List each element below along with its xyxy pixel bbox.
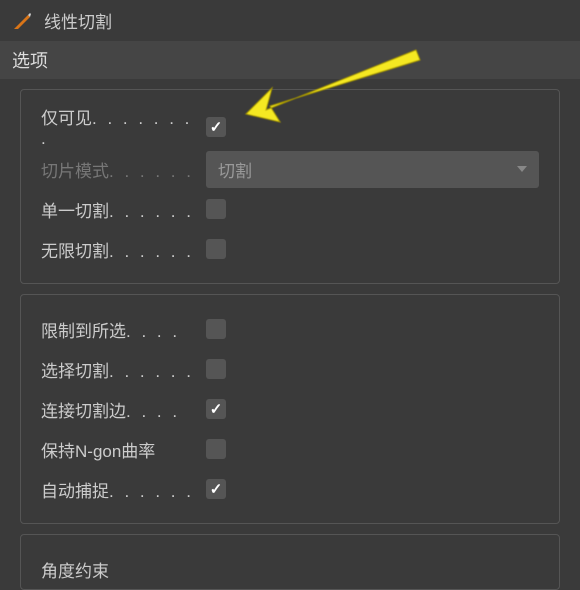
- tool-title: 线性切割: [44, 8, 112, 33]
- option-preserve-ngon: 保持N-gon曲率: [41, 429, 539, 469]
- preserve-ngon-checkbox[interactable]: [206, 439, 226, 459]
- option-restrict-selection: 限制到所选. . . .: [41, 309, 539, 349]
- option-label: 保持N-gon曲率: [41, 437, 206, 462]
- option-auto-snap: 自动捕捉. . . . . .: [41, 469, 539, 509]
- auto-snap-checkbox[interactable]: [206, 479, 226, 499]
- chevron-down-icon: [517, 166, 527, 172]
- options-section-header: 选项: [0, 41, 580, 79]
- option-label: 单一切割. . . . . .: [41, 197, 206, 222]
- option-label: 自动捕捉. . . . . .: [41, 477, 206, 502]
- options-panel-1: 仅可见. . . . . . . . 切片模式. . . . . . 切割 单一…: [20, 89, 560, 284]
- connect-cut-edges-checkbox[interactable]: [206, 399, 226, 419]
- option-single-cut: 单一切割. . . . . .: [41, 189, 539, 229]
- slice-mode-dropdown[interactable]: 切割: [206, 151, 539, 188]
- options-panel-2: 限制到所选. . . . 选择切割. . . . . . 连接切割边. . . …: [20, 294, 560, 524]
- select-cut-checkbox[interactable]: [206, 359, 226, 379]
- option-label: 切片模式. . . . . .: [41, 157, 206, 182]
- option-connect-cut-edges: 连接切割边. . . .: [41, 389, 539, 429]
- option-label: 角度约束: [41, 557, 206, 582]
- infinite-cut-checkbox[interactable]: [206, 239, 226, 259]
- tool-header: 线性切割: [0, 0, 580, 41]
- option-select-cut: 选择切割. . . . . .: [41, 349, 539, 389]
- option-slice-mode: 切片模式. . . . . . 切割: [41, 149, 539, 189]
- visible-only-checkbox[interactable]: [206, 117, 226, 137]
- restrict-selection-checkbox[interactable]: [206, 319, 226, 339]
- option-infinite-cut: 无限切割. . . . . .: [41, 229, 539, 269]
- knife-icon: [12, 11, 32, 31]
- option-visible-only: 仅可见. . . . . . . .: [41, 104, 539, 149]
- option-label: 限制到所选. . . .: [41, 317, 206, 342]
- single-cut-checkbox[interactable]: [206, 199, 226, 219]
- option-angle-constraint: 角度约束: [41, 549, 539, 589]
- option-label: 连接切割边. . . .: [41, 397, 206, 422]
- option-label: 选择切割. . . . . .: [41, 357, 206, 382]
- option-label: 无限切割. . . . . .: [41, 237, 206, 262]
- options-panel-3: 角度约束: [20, 534, 560, 590]
- option-label: 仅可见. . . . . . . .: [41, 104, 206, 149]
